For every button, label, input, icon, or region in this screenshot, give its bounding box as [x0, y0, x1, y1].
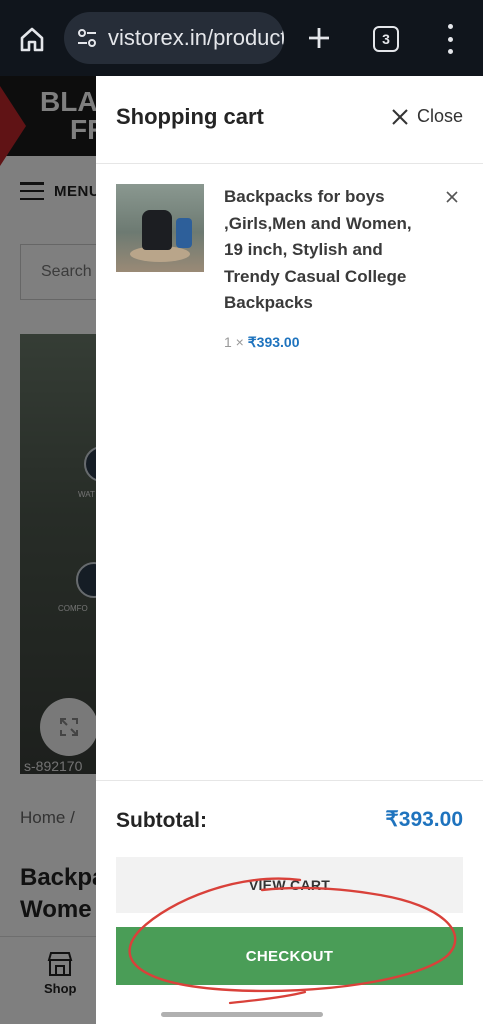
cart-item-price: ₹393.00: [247, 334, 300, 350]
tab-switcher-icon[interactable]: 3: [373, 26, 399, 52]
cart-item-thumbnail[interactable]: [116, 184, 204, 272]
cart-item-name[interactable]: Backpacks for boys ,Girls,Men and Women,…: [224, 184, 434, 317]
cart-item-quantity: 1 × ₹393.00: [224, 334, 300, 350]
browser-toolbar: vistorex.in/product 3: [0, 0, 483, 76]
subtotal-label: Subtotal:: [116, 809, 207, 832]
url-text: vistorex.in/product: [108, 25, 284, 50]
close-button[interactable]: Close: [391, 106, 463, 127]
cart-footer: Subtotal: ₹393.00 VIEW CART CHECKOUT: [96, 780, 483, 1024]
home-icon[interactable]: [18, 25, 46, 53]
plus-icon[interactable]: [305, 24, 333, 52]
more-vert-icon[interactable]: [440, 24, 460, 54]
checkout-button[interactable]: CHECKOUT: [116, 927, 463, 985]
screen: vistorex.in/product 3 BLA FR MENU Search…: [0, 0, 483, 1024]
cart-header: Shopping cart Close: [96, 76, 483, 164]
remove-item-icon[interactable]: [445, 190, 459, 204]
subtotal-value: ₹393.00: [385, 808, 463, 831]
gesture-handle: [161, 1012, 323, 1017]
tab-count: 3: [382, 31, 390, 47]
view-cart-button[interactable]: VIEW CART: [116, 857, 463, 913]
address-bar[interactable]: vistorex.in/product: [64, 12, 284, 64]
site-settings-icon[interactable]: [76, 27, 98, 49]
cart-item: Backpacks for boys ,Girls,Men and Women,…: [116, 184, 463, 364]
close-icon: [392, 108, 408, 125]
close-label: Close: [416, 106, 463, 126]
cart-title: Shopping cart: [116, 104, 264, 129]
cart-drawer: Shopping cart Close Backpacks for boys ,…: [96, 76, 483, 1024]
